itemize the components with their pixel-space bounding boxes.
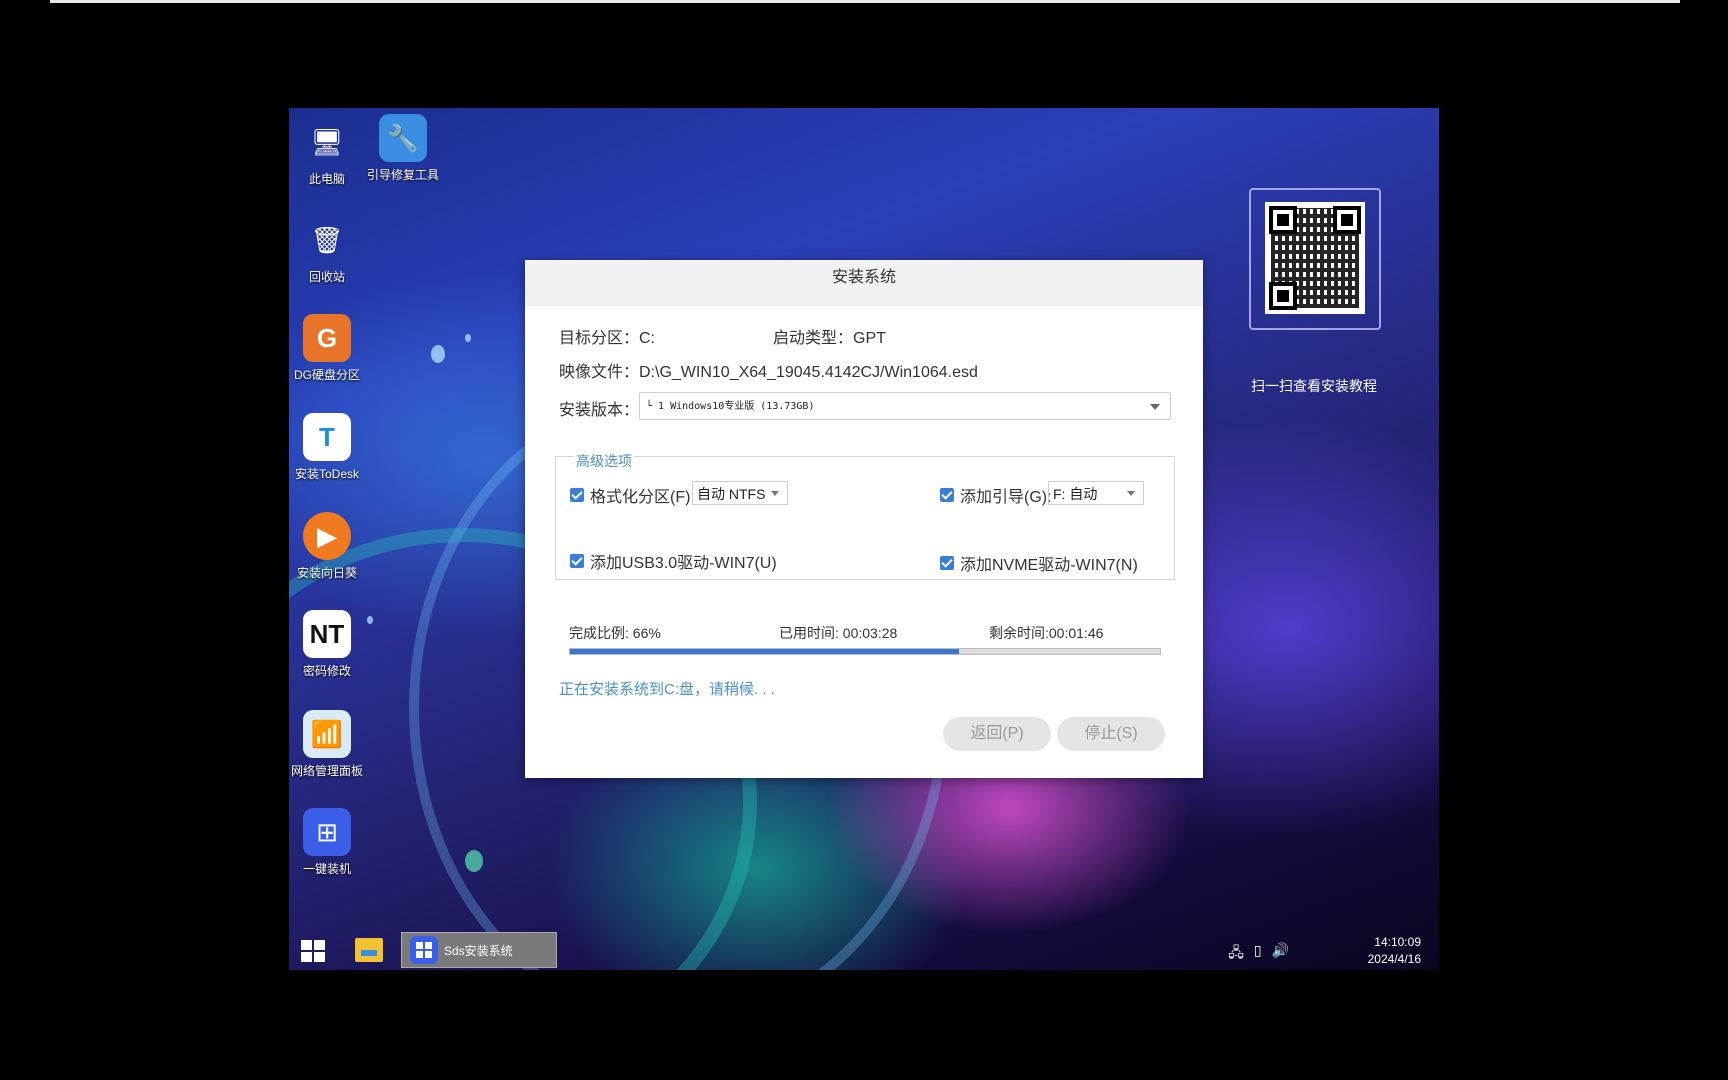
- elapsed-time: 已用时间: 00:03:28: [779, 625, 898, 641]
- taskbar: Sds安装系统 🖧 ▯ 🔊 14:10:09 2024/4/16: [289, 930, 1439, 970]
- light-dot: [431, 345, 445, 363]
- nvme-driver-checkbox[interactable]: 添加NVME驱动-WIN7(N): [940, 551, 1138, 575]
- filesystem-select[interactable]: 自动 NTFS: [692, 481, 788, 505]
- add-boot-label: 添加引导(G):: [960, 489, 1052, 506]
- nvme-driver-label: 添加NVME驱动-WIN7(N): [960, 557, 1138, 574]
- recycle-bin-icon: 🗑: [310, 224, 344, 255]
- boot-drive-value: F: 自动: [1053, 486, 1098, 502]
- icon-label: 回收站: [308, 270, 345, 284]
- system-tray: 🖧 ▯ 🔊: [1228, 942, 1289, 966]
- desktop-icon-dg-partition[interactable]: G DG硬盘分区: [289, 314, 367, 383]
- icon-label: 网络管理面板: [290, 764, 363, 778]
- usb3-driver-checkbox[interactable]: 添加USB3.0驱动-WIN7(U): [570, 549, 777, 573]
- desktop-icon-network-panel[interactable]: 📶 网络管理面板: [289, 710, 367, 779]
- top-divider: [50, 0, 1680, 3]
- clock[interactable]: 14:10:09 2024/4/16: [1368, 934, 1421, 968]
- format-partition-label: 格式化分区(F): [590, 489, 691, 506]
- volume-icon[interactable]: 🔊: [1272, 942, 1289, 966]
- desktop-icon-this-pc[interactable]: 🖥 此电脑: [289, 118, 367, 187]
- todesk-icon: T: [303, 413, 351, 461]
- install-system-dialog: 安装系统 目标分区：C: 启动类型：GPT 映像文件：D:\G_WIN10_X6…: [525, 260, 1203, 778]
- clock-time: 14:10:09: [1374, 935, 1421, 949]
- usb-icon[interactable]: ▯: [1254, 942, 1262, 966]
- progress-fill: [570, 649, 960, 654]
- network-icon[interactable]: 🖧: [1228, 942, 1244, 966]
- chevron-down-icon: [1127, 491, 1135, 496]
- file-explorer-icon[interactable]: [355, 938, 383, 962]
- network-panel-icon: 📶: [303, 710, 351, 758]
- chevron-down-icon: [1150, 404, 1160, 410]
- boot-drive-select[interactable]: F: 自动: [1048, 481, 1144, 505]
- chevron-down-icon: [771, 491, 779, 496]
- status-message: 正在安装系统到C:盘，请稍候. . .: [559, 681, 775, 698]
- icon-label: DG硬盘分区: [293, 368, 360, 382]
- image-file-label: 映像文件：D:\G_WIN10_X64_19045.4142CJ/Win1064…: [559, 364, 978, 381]
- qr-code: [1265, 202, 1365, 314]
- progress-percent: 完成比例: 66%: [569, 625, 661, 641]
- light-dot: [465, 850, 483, 872]
- icon-label: 一键装机: [302, 862, 351, 876]
- stop-button[interactable]: 停止(S): [1057, 717, 1165, 751]
- advanced-options-group: 高级选项 格式化分区(F) 自动 NTFS 添加引导(G): F: 自动 添加U…: [555, 451, 1175, 580]
- icon-label: 密码修改: [302, 664, 351, 678]
- icon-label: 此电脑: [308, 172, 345, 186]
- boot-type-label: 启动类型：GPT: [773, 330, 886, 347]
- desktop-icon-recycle-bin[interactable]: 🗑 回收站: [289, 216, 367, 285]
- desktop-icon-password[interactable]: NT 密码修改: [289, 610, 367, 679]
- desktop-icon-todesk[interactable]: T 安装ToDesk: [289, 413, 367, 482]
- checkbox-checked-icon: [940, 556, 954, 570]
- taskbar-app-label: Sds安装系统: [444, 943, 513, 958]
- icon-label: 引导修复工具: [366, 168, 439, 182]
- qr-code-frame: [1249, 188, 1381, 330]
- light-dot: [465, 334, 471, 342]
- wrench-icon: 🔧: [379, 114, 427, 162]
- sunflower-icon: ▶: [303, 512, 351, 560]
- back-button[interactable]: 返回(P): [943, 717, 1051, 751]
- desktop-icon-one-click-install[interactable]: ⊞ 一键装机: [289, 808, 367, 877]
- filesystem-value: 自动 NTFS: [697, 486, 766, 502]
- desktop-icon-boot-repair[interactable]: 🔧 引导修复工具: [363, 114, 443, 183]
- advanced-options-legend: 高级选项: [574, 451, 634, 471]
- start-button[interactable]: [301, 940, 325, 962]
- target-partition-label: 目标分区：C:: [559, 330, 656, 347]
- desktop-icon-sunflower[interactable]: ▶ 安装向日葵: [289, 512, 367, 581]
- usb3-driver-label: 添加USB3.0驱动-WIN7(U): [590, 555, 777, 572]
- checkbox-checked-icon: [940, 488, 954, 502]
- add-boot-checkbox[interactable]: 添加引导(G):: [940, 483, 1052, 507]
- light-dot: [367, 616, 373, 624]
- taskbar-app-sds-install[interactable]: Sds安装系统: [401, 932, 557, 968]
- dialog-title: 安装系统: [525, 260, 1203, 306]
- progress-bar: [569, 648, 1161, 655]
- remaining-time: 剩余时间:00:01:46: [989, 625, 1104, 641]
- qr-caption: 扫一扫查看安装教程: [1251, 378, 1377, 394]
- password-key-icon: NT: [303, 610, 351, 658]
- install-version-label: 安装版本：: [559, 402, 640, 419]
- dg-disk-icon: G: [303, 314, 351, 362]
- computer-icon: 🖥: [310, 126, 344, 157]
- format-partition-checkbox[interactable]: 格式化分区(F): [570, 483, 690, 507]
- clock-date: 2024/4/16: [1367, 952, 1421, 966]
- windows-logo-icon: [410, 936, 438, 964]
- checkbox-checked-icon: [570, 488, 584, 502]
- checkbox-checked-icon: [570, 554, 584, 568]
- desktop-screen: 🖥 此电脑 🔧 引导修复工具 🗑 回收站 G DG硬盘分区 T 安装ToDesk…: [289, 108, 1439, 970]
- icon-label: 安装ToDesk: [294, 467, 359, 481]
- install-version-select[interactable]: └ 1 Windows10专业版 (13.73GB): [639, 392, 1171, 420]
- windows-logo-icon: ⊞: [303, 808, 351, 856]
- install-version-value: └ 1 Windows10专业版 (13.73GB): [646, 401, 815, 412]
- icon-label: 安装向日葵: [296, 566, 357, 580]
